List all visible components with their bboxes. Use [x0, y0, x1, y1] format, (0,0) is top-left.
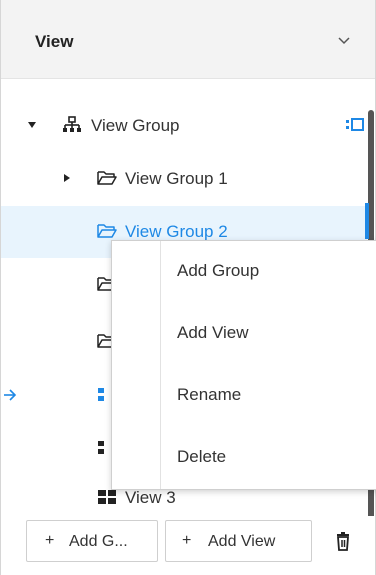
add-group-label: Add G... — [69, 533, 128, 550]
tree-view-3-label: View 3 — [125, 488, 176, 507]
menu-item-add-group[interactable]: Add Group — [161, 241, 376, 303]
plus-icon: + — [45, 532, 55, 549]
view-grid-icon — [98, 490, 116, 504]
add-view-label: Add View — [208, 533, 276, 550]
panel-title: View — [35, 32, 74, 51]
menu-item-label: Add View — [177, 323, 249, 342]
tree-row-group-1[interactable]: View Group 1 — [1, 153, 367, 205]
org-tree-icon — [63, 116, 81, 132]
menu-item-delete[interactable]: Delete — [161, 427, 376, 489]
caret-down-icon[interactable] — [27, 120, 37, 130]
view-panel: View View Group View Group 1 View Group … — [0, 0, 376, 575]
caret-right-icon[interactable] — [62, 173, 72, 183]
arrow-right-icon — [4, 389, 17, 401]
context-menu: Add Group Add View Rename Delete — [111, 240, 376, 490]
menu-item-label: Delete — [177, 447, 227, 466]
tree-group-1-label: View Group 1 — [125, 169, 228, 188]
panel-footer: + Add G... + Add View — [1, 516, 375, 575]
plus-icon: + — [182, 532, 192, 549]
chevron-down-icon[interactable] — [335, 33, 353, 47]
menu-item-label: Add Group — [177, 261, 260, 280]
menu-item-add-view[interactable]: Add View — [161, 303, 376, 365]
add-view-button[interactable]: + Add View — [165, 520, 312, 562]
folder-open-icon — [97, 224, 117, 238]
selection-marker — [365, 203, 369, 239]
menu-item-label: Rename — [177, 385, 242, 404]
layout-toggle-icon[interactable] — [345, 116, 365, 134]
trash-icon[interactable] — [334, 532, 352, 552]
menu-item-rename[interactable]: Rename — [161, 365, 376, 427]
tree-group-2-label: View Group 2 — [125, 222, 228, 241]
tree-root-label: View Group — [91, 116, 180, 135]
folder-open-icon — [97, 171, 117, 185]
panel-header[interactable]: View — [1, 0, 375, 79]
add-group-button[interactable]: + Add G... — [26, 520, 158, 562]
tree-row-root[interactable]: View Group — [1, 100, 367, 152]
